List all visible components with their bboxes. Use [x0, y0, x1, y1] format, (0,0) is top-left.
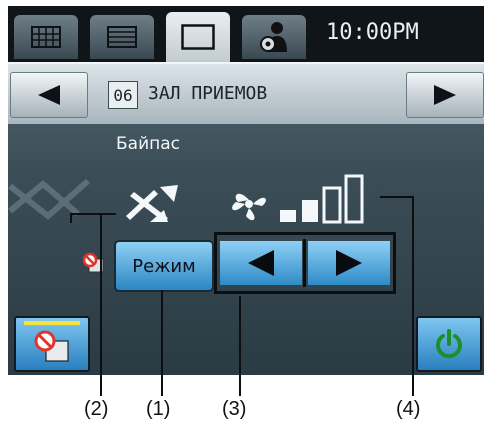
grid-icon — [31, 26, 61, 48]
list-icon — [107, 26, 137, 48]
status-bar — [24, 321, 80, 325]
room-number: 06 — [108, 81, 138, 109]
divider — [303, 239, 306, 287]
bypass-label: Байпас — [116, 134, 181, 154]
callout-label-1: (1) — [146, 398, 171, 420]
tab-grid-view[interactable] — [14, 15, 78, 59]
user-settings-icon — [260, 22, 287, 52]
clock: 10:00PM — [326, 20, 419, 45]
settings-button[interactable] — [14, 316, 90, 372]
callout-line-2-horizontal — [70, 213, 116, 215]
tab-user-settings[interactable] — [242, 15, 306, 59]
fan-speed-bar-4 — [344, 174, 364, 224]
tab-single-view[interactable] — [166, 12, 230, 62]
mode-button[interactable]: Режим — [114, 240, 214, 292]
arrow-right-icon — [336, 250, 362, 276]
arrow-left-icon — [248, 250, 274, 276]
callout-line-3 — [239, 296, 241, 396]
fan-speed-up-button[interactable] — [308, 241, 390, 285]
callout-line-4 — [412, 196, 414, 396]
callout-line-2 — [100, 213, 102, 396]
fan-speed-control — [214, 232, 396, 294]
previous-room-button[interactable] — [10, 72, 88, 118]
fan-icon — [232, 193, 266, 221]
power-button[interactable] — [416, 316, 482, 372]
callout-label-4: (4) — [396, 398, 421, 420]
fan-speed-down-button[interactable] — [220, 241, 302, 285]
callout-label-3: (3) — [222, 398, 247, 420]
room-header: 06 ЗАЛ ПРИЕМОВ — [8, 62, 484, 124]
no-setting-icon — [34, 330, 69, 362]
fan-speed-bar-3 — [322, 186, 342, 224]
next-room-button[interactable] — [406, 72, 484, 118]
tab-bar: 10:00PM — [8, 6, 484, 62]
fan-speed-bar-1 — [280, 210, 296, 222]
fan-speed-bar-2 — [302, 200, 318, 222]
no-setting-indicator-icon — [82, 252, 104, 273]
room-name: ЗАЛ ПРИЕМОВ — [148, 83, 268, 104]
bypass-mode-icon — [126, 185, 178, 222]
single-view-icon — [181, 24, 215, 50]
tab-list-view[interactable] — [90, 15, 154, 59]
arrow-right-icon — [434, 85, 456, 105]
callout-label-2: (2) — [84, 398, 109, 420]
callout-line-2-stub — [70, 213, 72, 223]
power-icon — [436, 329, 462, 359]
background-logo-icon — [8, 178, 90, 220]
callout-line-1 — [161, 290, 163, 396]
arrow-left-icon — [38, 85, 60, 105]
callout-line-4-horizontal — [380, 196, 414, 198]
fan-speed-indicator — [280, 174, 364, 224]
